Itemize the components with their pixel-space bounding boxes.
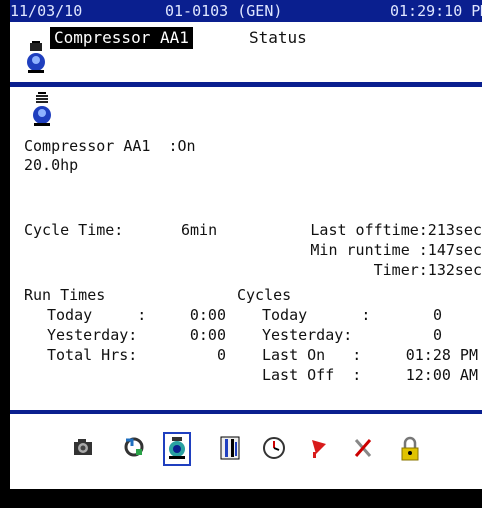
run-times-label: Yesterday:	[47, 326, 138, 344]
run-times-value: 0	[216, 346, 226, 364]
cycles-label: Last On :	[262, 346, 362, 364]
bottom-bar	[10, 489, 482, 508]
cycles-label: Yesterday:	[262, 326, 353, 344]
left-frame	[0, 0, 10, 508]
cycles-heading: Cycles	[237, 286, 292, 304]
status-bar: 11/03/10 01-0103 (GEN) 01:29:10 PM	[10, 0, 482, 22]
compressor-icon	[26, 41, 46, 73]
compressor-toolbar-button[interactable]	[163, 432, 191, 466]
cycles-value: 01:28 PM	[405, 346, 478, 364]
refresh-icon[interactable]	[123, 436, 145, 462]
cycles-label: Last Off :	[262, 366, 362, 384]
run-times-value: 0:00	[189, 306, 226, 324]
run-times-value: 0:00	[189, 326, 226, 344]
min-runtime: Min runtime :147sec	[310, 241, 482, 259]
header-divider	[10, 82, 482, 87]
cycles-value: 0	[432, 306, 442, 324]
detail-compressor-icon	[32, 92, 52, 126]
clock-icon[interactable]	[262, 436, 285, 462]
status-date: 11/03/10	[10, 2, 83, 20]
compressor-hp: 20.0hp	[24, 156, 79, 174]
status-time: 01:29:10 PM	[390, 2, 482, 20]
compressor-name-state: Compressor AA1 :On	[24, 137, 196, 155]
status-unit-id: 01-0103 (GEN)	[165, 2, 283, 20]
lock-icon[interactable]	[399, 436, 421, 462]
compressor-icon	[169, 437, 185, 459]
page-subtitle: Status	[249, 28, 307, 47]
cycle-time-label: Cycle Time:	[24, 221, 124, 239]
timer: Timer:132sec	[373, 261, 482, 279]
cycle-time-value: 6min	[181, 221, 218, 239]
thermometer-icon[interactable]	[219, 436, 241, 462]
page-title: Compressor AA1	[50, 27, 193, 49]
cycles-value: 12:00 AM	[405, 366, 478, 384]
camera-icon[interactable]	[72, 436, 94, 462]
run-times-label: Total Hrs:	[47, 346, 138, 364]
toolbar-divider	[10, 410, 482, 414]
run-times-label: Today :	[47, 306, 147, 324]
run-times-heading: Run Times	[24, 286, 106, 304]
alarm-icon[interactable]	[308, 436, 330, 462]
cycles-value: 0	[432, 326, 442, 344]
last-offtime: Last offtime:213sec	[310, 221, 482, 239]
cycles-label: Today :	[262, 306, 371, 324]
tools-icon[interactable]	[352, 436, 374, 462]
